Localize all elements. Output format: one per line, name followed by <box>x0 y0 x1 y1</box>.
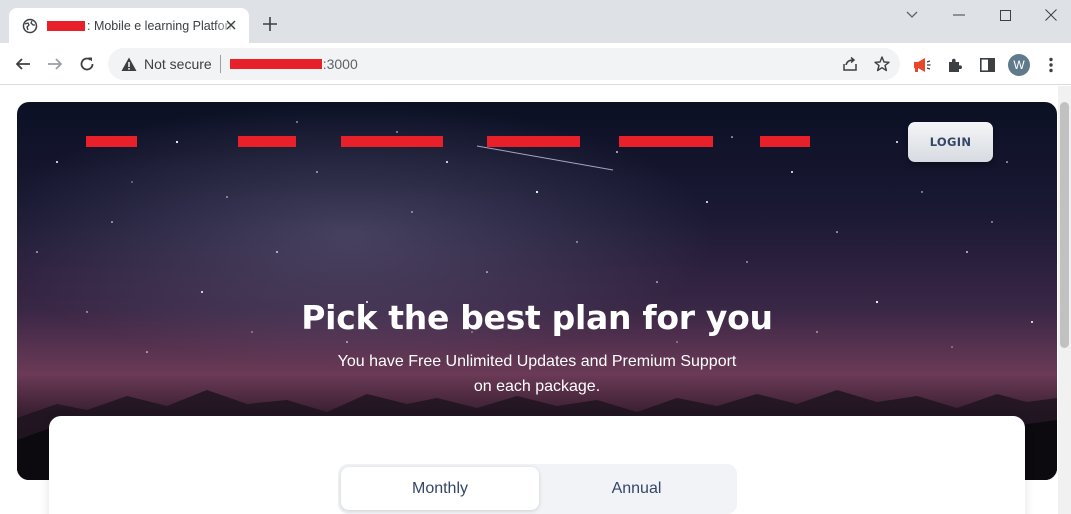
share-icon[interactable] <box>841 55 859 73</box>
window-close-icon[interactable] <box>1042 6 1060 24</box>
profile-avatar[interactable]: W <box>1008 54 1030 76</box>
warning-icon[interactable] <box>120 55 138 73</box>
scrollbar-thumb[interactable] <box>1060 102 1069 348</box>
security-status[interactable]: Not secure <box>144 56 212 72</box>
nav-item-redacted-6[interactable] <box>760 136 810 147</box>
minimize-icon[interactable] <box>950 6 968 24</box>
separator <box>219 55 221 73</box>
hero-subtitle-line-2: on each package. <box>473 378 601 395</box>
forward-arrow-icon[interactable] <box>43 52 67 76</box>
tab-annual[interactable]: Annual <box>539 467 734 510</box>
redacted-url-host <box>229 59 322 69</box>
globe-icon <box>22 18 38 34</box>
megaphone-icon[interactable] <box>912 55 932 75</box>
browser-tab[interactable]: : Mobile e learning Platform <box>9 8 249 43</box>
nav-item-redacted-2[interactable] <box>238 136 296 147</box>
nav-item-redacted-5[interactable] <box>619 136 713 147</box>
nav-item-redacted-3[interactable] <box>341 136 443 147</box>
side-panel-icon[interactable] <box>977 55 997 75</box>
maximize-icon[interactable] <box>996 6 1014 24</box>
browser-toolbar: Not secure :3000 W <box>0 43 1071 85</box>
star-icon[interactable] <box>873 55 891 73</box>
redacted-tab-text <box>47 20 85 31</box>
menu-kebab-icon[interactable] <box>1041 55 1061 75</box>
pricing-card: Monthly Annual <box>49 416 1025 514</box>
page-viewport: LOGIN Pick the best plan for you You hav… <box>0 86 1071 514</box>
tab-title: : Mobile e learning Platform <box>87 18 237 33</box>
hero-subtitle-line-1: You have Free Unlimited Updates and Prem… <box>337 353 737 370</box>
chevron-down-icon[interactable] <box>903 6 921 24</box>
tab-monthly[interactable]: Monthly <box>341 467 539 510</box>
close-icon[interactable] <box>223 17 239 33</box>
page-scrollbar[interactable] <box>1058 86 1071 514</box>
url-text[interactable]: :3000 <box>323 56 358 72</box>
new-tab-button[interactable] <box>260 14 280 34</box>
reload-icon[interactable] <box>75 52 99 76</box>
address-bar[interactable]: Not secure :3000 <box>108 48 900 80</box>
login-button[interactable]: LOGIN <box>908 122 993 162</box>
extensions-puzzle-icon[interactable] <box>945 55 965 75</box>
billing-period-toggle: Monthly Annual <box>338 464 737 514</box>
hero-title: Pick the best plan for you <box>301 298 773 337</box>
nav-item-redacted-1[interactable] <box>86 136 137 147</box>
nav-item-redacted-4[interactable] <box>487 136 580 147</box>
back-arrow-icon[interactable] <box>11 52 35 76</box>
tab-strip: : Mobile e learning Platform <box>0 0 1071 43</box>
